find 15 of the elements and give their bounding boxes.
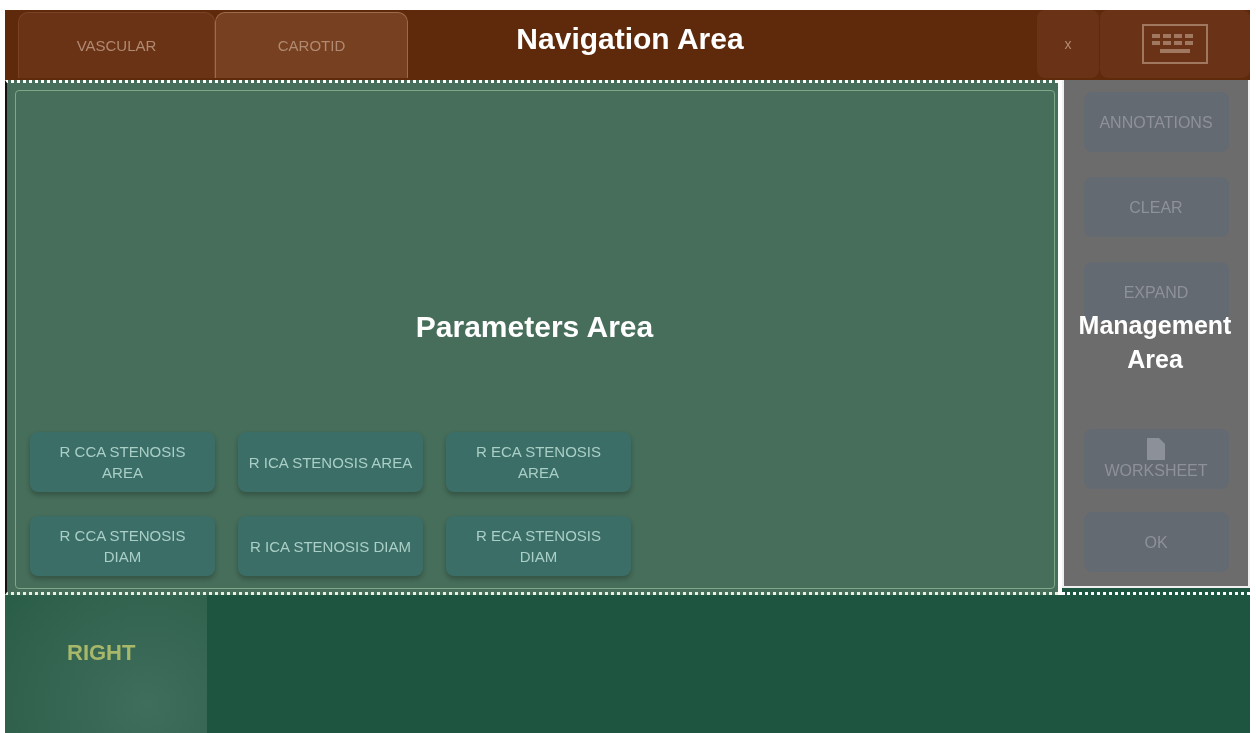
parameter-button[interactable]: R ECA STENOSIS AREA	[446, 432, 631, 492]
tab[interactable]: CAROTID	[215, 12, 408, 78]
tab[interactable]: VASCULAR	[18, 12, 215, 78]
area-label: Parameters Area	[414, 309, 655, 345]
parameter-button[interactable]: R ICA STENOSIS AREA	[238, 432, 423, 492]
parameter-button[interactable]: R ICA STENOSIS DIAM	[238, 516, 423, 576]
document-icon	[1147, 437, 1165, 460]
parameter-button[interactable]: R CCA STENOSIS DIAM	[30, 516, 215, 576]
parameter-button[interactable]: R CCA STENOSIS AREA	[30, 432, 215, 492]
parameter-button[interactable]: R ECA STENOSIS DIAM	[446, 516, 631, 576]
keyboard-icon	[1142, 24, 1208, 64]
area-label: Navigation Area	[515, 22, 745, 56]
keyboard-button[interactable]	[1100, 10, 1250, 78]
side-button[interactable]: RIGHT	[5, 595, 207, 733]
close-button[interactable]: x	[1037, 10, 1099, 78]
